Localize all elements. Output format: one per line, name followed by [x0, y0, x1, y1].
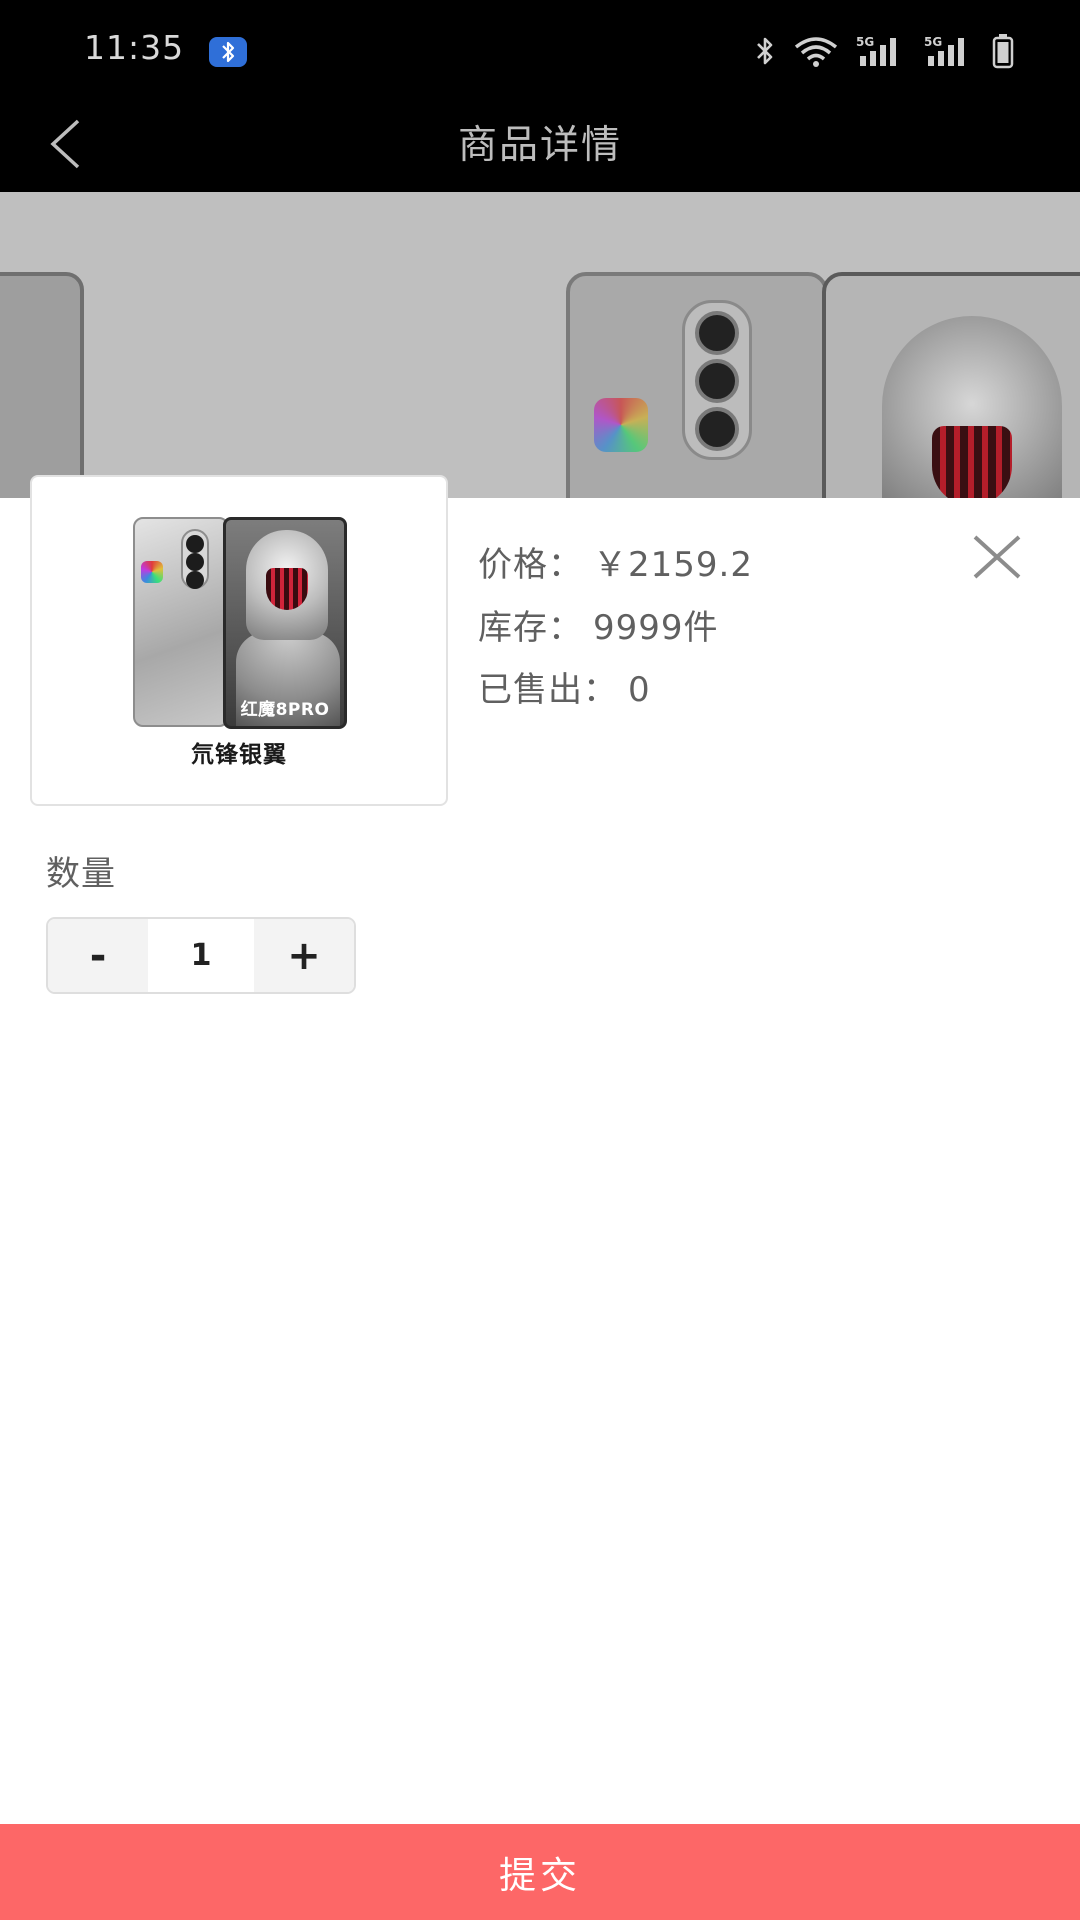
product-thumbnail-image: 红魔8PRO	[133, 517, 349, 731]
hero-phone-left	[0, 272, 84, 498]
quantity-decrement-button[interactable]: -	[48, 919, 148, 992]
network-label-2: 5G	[924, 35, 942, 49]
quantity-stepper: - 1 +	[46, 917, 356, 994]
screen: 11:35 5G 5G 商品详情 红魔8PRO 氘锋银翼 价格： ￥2159.2…	[0, 0, 1080, 1920]
price-row: 价格： ￥2159.2	[478, 537, 753, 586]
thumbnail-visor	[266, 568, 308, 610]
status-icons: 5G 5G	[754, 30, 1014, 72]
price-label: 价格：	[478, 545, 583, 585]
close-icon	[971, 535, 1023, 583]
stock-label: 库存：	[478, 608, 583, 648]
stock-row: 库存： 9999件	[478, 600, 719, 649]
close-button[interactable]	[968, 534, 1026, 584]
bluetooth-badge-icon	[209, 37, 247, 67]
signal-5g-icon: 5G	[924, 34, 976, 68]
thumbnail-helmet	[246, 530, 328, 640]
price-value: ￥2159.2	[593, 545, 753, 585]
quantity-value[interactable]: 1	[148, 919, 254, 992]
camera-lens	[695, 359, 739, 403]
hero-phone-back	[566, 272, 828, 498]
sold-value: 0	[628, 670, 651, 710]
product-thumbnail-card: 红魔8PRO 氘锋银翼	[30, 475, 448, 806]
status-bar: 11:35 5G 5G	[0, 0, 1080, 100]
submit-button[interactable]: 提交	[0, 1824, 1080, 1920]
camera-lens	[186, 553, 204, 571]
network-label-1: 5G	[856, 35, 874, 49]
product-variant-name: 氘锋银翼	[191, 742, 287, 768]
title-bar: 商品详情	[0, 100, 1080, 192]
rgb-fan	[141, 561, 163, 583]
page-title: 商品详情	[457, 123, 622, 168]
sold-row: 已售出： 0	[478, 662, 651, 711]
wifi-icon	[792, 35, 840, 67]
quantity-increment-button[interactable]: +	[254, 919, 354, 992]
quantity-label: 数量	[46, 854, 116, 894]
thumbnail-phone-front: 红魔8PRO	[223, 517, 347, 729]
bluetooth-icon	[754, 35, 776, 67]
thumbnail-model-text: 红魔8PRO	[240, 700, 330, 720]
rgb-fan	[594, 398, 648, 452]
thumbnail-phone-back	[133, 517, 229, 727]
back-button[interactable]	[40, 100, 90, 192]
camera-lens	[186, 571, 204, 589]
hero-helmet	[882, 316, 1062, 498]
hero-visor	[932, 426, 1012, 498]
camera-lens	[695, 311, 739, 355]
thumbnail-camera	[181, 529, 209, 589]
status-time: 11:35	[84, 28, 185, 67]
stock-value: 9999件	[593, 608, 719, 648]
battery-icon	[992, 33, 1014, 69]
product-hero-image	[0, 192, 1080, 498]
camera-lens	[695, 407, 739, 451]
hero-phone-front	[822, 272, 1080, 498]
chevron-left-icon	[48, 118, 82, 174]
hero-camera-module	[682, 300, 752, 460]
camera-lens	[186, 535, 204, 553]
sold-label: 已售出：	[478, 670, 618, 710]
signal-5g-icon: 5G	[856, 34, 908, 68]
